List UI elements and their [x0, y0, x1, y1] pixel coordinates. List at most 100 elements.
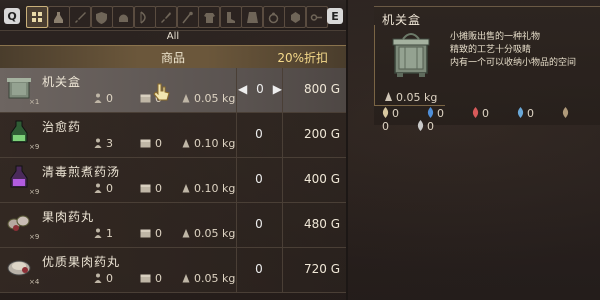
- item-detail-panel: 机关盒 小摊贩出售的一种礼物 精致的工艺十分吸睛 内有一个可以收纳小物品的空间 …: [374, 6, 600, 133]
- column-divider: [236, 68, 237, 112]
- boots-icon: [227, 11, 235, 23]
- grid-icon: [31, 11, 42, 22]
- item-name: 优质果肉药丸: [42, 255, 121, 269]
- discount-label: 20%折扣: [277, 51, 328, 65]
- puzzle-box-icon: [392, 33, 430, 77]
- detail-weight-value: 0.05 kg: [396, 91, 438, 104]
- shop-header: 商品 20%折扣: [0, 45, 346, 69]
- item-name: 治愈药: [42, 120, 82, 134]
- stack-quantity: ×9: [29, 143, 40, 151]
- category-tab-key[interactable]: [305, 6, 328, 28]
- column-divider: [282, 113, 283, 157]
- item-price: 720 G: [303, 262, 340, 276]
- storage-chest-icon: [140, 94, 151, 103]
- weight-icon: [182, 184, 190, 193]
- column-divider: [282, 203, 283, 247]
- material-icon: [290, 11, 300, 23]
- resistance-value: 0: [392, 107, 399, 120]
- category-tab-boots[interactable]: [219, 6, 242, 28]
- item-weight: 0.05 kg: [182, 92, 235, 105]
- category-tab-bow[interactable]: [133, 6, 156, 28]
- owned-count: 0: [94, 92, 113, 105]
- resistance-value: 0: [482, 107, 489, 120]
- shield-icon: [96, 11, 107, 24]
- weight-icon: [182, 94, 190, 103]
- person-icon: [94, 183, 102, 193]
- armor-icon: [203, 12, 215, 23]
- weight-icon: [182, 274, 190, 283]
- person-icon: [94, 273, 102, 283]
- category-tab-dagger[interactable]: [155, 6, 177, 28]
- key-icon: [310, 13, 322, 21]
- resistance-fire-icon: [472, 107, 479, 118]
- purchase-count: 0: [256, 82, 264, 96]
- item-name: 清毒煎煮药汤: [42, 165, 121, 179]
- column-divider: [282, 158, 283, 202]
- stored-count: 0: [140, 272, 162, 285]
- shop-item-row[interactable]: ×9 果肉药丸 1 0 0.05 kg 0 480 G: [0, 203, 346, 248]
- storage-chest-icon: [140, 139, 151, 148]
- storage-chest-icon: [140, 229, 151, 238]
- staff-icon: [182, 11, 193, 23]
- weight-icon: [182, 229, 190, 238]
- category-tab-shield[interactable]: [90, 6, 113, 28]
- weight-icon: [182, 139, 190, 148]
- shop-item-row[interactable]: ×1 机关盒 0 0 0.05 kg◀ 0 ▶ 800 G: [0, 68, 346, 113]
- weight-value: 0.05 kg: [194, 227, 236, 240]
- shop-item-row[interactable]: ×9 清毒煎煮药汤 0 0 0.10 kg 0 400 G: [0, 158, 346, 203]
- category-tab-helmet[interactable]: [112, 6, 134, 28]
- stored-value: 0: [155, 137, 162, 150]
- category-tab-staff[interactable]: [176, 6, 199, 28]
- storage-chest-icon: [140, 184, 151, 193]
- panel-divider: [346, 0, 348, 300]
- person-icon: [94, 228, 102, 238]
- purchase-count: 0: [255, 217, 263, 231]
- category-tab-sword[interactable]: [69, 6, 91, 28]
- item-price: 400 G: [303, 172, 340, 186]
- column-divider: [282, 68, 283, 112]
- resistance-ice-icon: [517, 107, 524, 118]
- dagger-icon: [160, 11, 171, 23]
- decrease-arrow-icon[interactable]: ◀: [238, 82, 247, 96]
- category-tab-ring[interactable]: [262, 6, 285, 28]
- owned-value: 3: [106, 137, 113, 150]
- helmet-icon: [118, 14, 128, 22]
- q-key-hint[interactable]: Q: [4, 8, 20, 24]
- category-tab-armor[interactable]: [198, 6, 220, 28]
- resistance-stat: 0: [382, 107, 413, 120]
- weight-value: 0.10 kg: [194, 137, 236, 150]
- category-tab-cape[interactable]: [241, 6, 263, 28]
- quantity-stepper[interactable]: ◀ 0 ▶: [238, 82, 282, 96]
- item-weight: 0.10 kg: [182, 182, 235, 195]
- owned-value: 1: [106, 227, 113, 240]
- weight-value: 0.05 kg: [194, 92, 236, 105]
- person-icon: [94, 138, 102, 148]
- stored-count: 0: [140, 137, 162, 150]
- description-line: 精致的工艺十分吸睛: [450, 45, 532, 55]
- category-tab-potion[interactable]: [47, 6, 70, 28]
- owned-value: 0: [106, 272, 113, 285]
- owned-count: 3: [94, 137, 113, 150]
- column-divider: [282, 248, 283, 292]
- category-tab-material[interactable]: [284, 6, 306, 28]
- stack-quantity: ×4: [29, 278, 40, 286]
- shop-item-row[interactable]: ×9 治愈药 3 0 0.10 kg 0 200 G: [0, 113, 346, 158]
- item-weight: 0.10 kg: [182, 137, 235, 150]
- item-price: 800 G: [303, 82, 340, 96]
- stored-value: 0: [155, 182, 162, 195]
- resistance-stat: 0: [517, 107, 548, 120]
- weight-value: 0.10 kg: [194, 182, 236, 195]
- person-icon: [94, 93, 102, 103]
- shop-item-row[interactable]: ×4 优质果肉药丸 0 0 0.05 kg 0 720 G: [0, 248, 346, 293]
- e-key-hint[interactable]: E: [327, 8, 343, 24]
- resistance-value: 0: [382, 120, 389, 133]
- potion-icon: [54, 11, 63, 23]
- stored-count: 0: [140, 227, 162, 240]
- increase-arrow-icon[interactable]: ▶: [273, 82, 282, 96]
- category-tab-grid[interactable]: [26, 6, 48, 28]
- item-weight: 0.05 kg: [182, 272, 235, 285]
- owned-count: 0: [94, 272, 113, 285]
- owned-value: 0: [106, 182, 113, 195]
- hand-cursor-icon: [153, 83, 170, 101]
- description-line: 小摊贩出售的一种礼物: [450, 32, 541, 42]
